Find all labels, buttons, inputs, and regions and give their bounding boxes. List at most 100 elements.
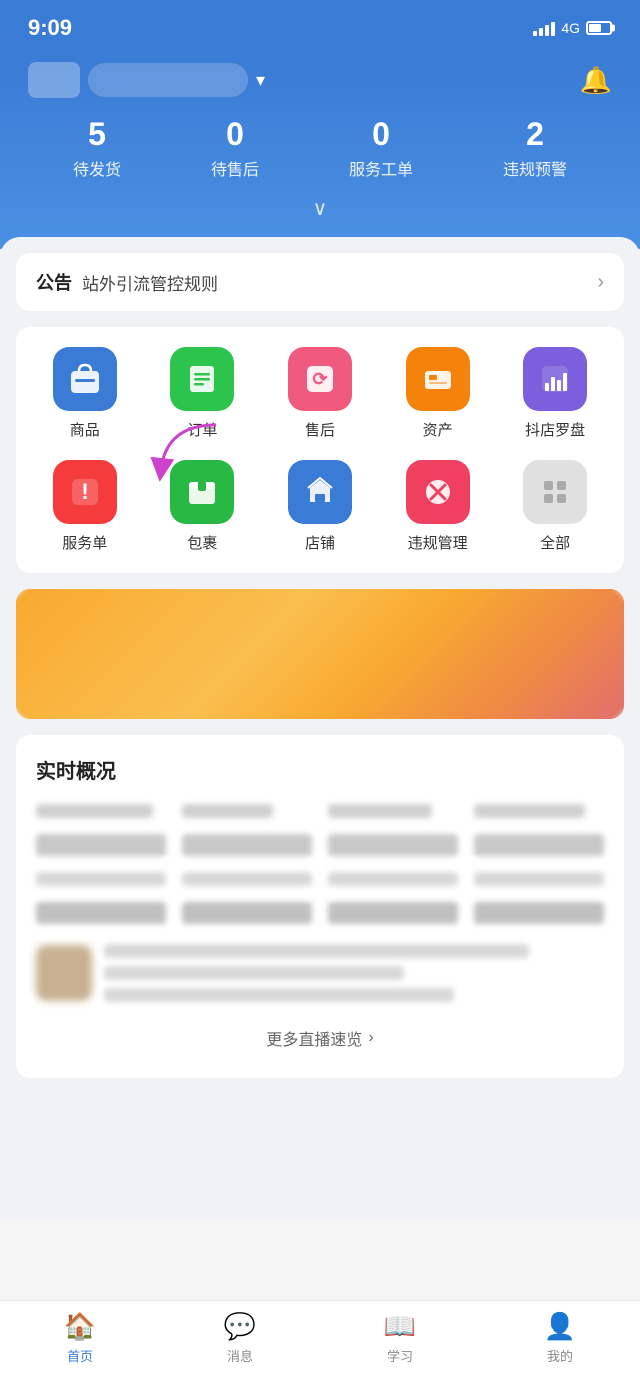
announcement-arrow[interactable]: › (597, 271, 604, 294)
menu-item-label-package: 包裹 (187, 532, 217, 553)
nav-item-message[interactable]: 💬 消息 (200, 1311, 280, 1365)
package-icon (184, 474, 220, 510)
chart-icon (537, 361, 573, 397)
menu-item-order[interactable]: 订单 (144, 347, 262, 440)
more-live-text: 更多直播速览 (266, 1026, 362, 1050)
announcement-bar[interactable]: 公告 站外引流管控规则 › (16, 253, 624, 311)
blur-num-1 (36, 834, 166, 856)
all-icon-wrapper (523, 460, 587, 524)
store-avatar (28, 62, 80, 98)
stat-item-violation-warning[interactable]: 2 违规预警 (503, 118, 567, 180)
stat-label-2: 服务工单 (349, 156, 413, 180)
blurred-image-row (36, 944, 604, 1002)
battery-icon (586, 21, 612, 35)
blur-num-6 (182, 902, 312, 924)
stat-number-3: 2 (526, 118, 544, 150)
status-time: 9:09 (28, 15, 72, 41)
header-area: ▾ 🔔 5 待发货 0 待售后 0 服务工单 2 违规预警 ∨ (0, 50, 640, 249)
stats-row: 5 待发货 0 待售后 0 服务工单 2 违规预警 (28, 118, 612, 180)
asset-icon-wrapper (406, 347, 470, 411)
nav-item-profile[interactable]: 👤 我的 (520, 1311, 600, 1365)
menu-item-label-violation: 违规管理 (408, 532, 468, 553)
blur-num-2 (182, 834, 312, 856)
blur-text-stack (104, 944, 604, 1002)
home-icon: 🏠 (64, 1311, 96, 1342)
blur-num-8 (474, 902, 604, 924)
blur-label-1 (36, 872, 166, 886)
nav-item-learn[interactable]: 📖 学习 (360, 1311, 440, 1365)
menu-item-label-shop: 店铺 (305, 532, 335, 553)
stat-item-pending-aftersale[interactable]: 0 待售后 (211, 118, 259, 180)
blur-label-4 (474, 872, 604, 886)
expand-row[interactable]: ∨ (28, 196, 612, 221)
menu-item-violation[interactable]: 违规管理 (379, 460, 497, 553)
blur-stat-2 (182, 804, 273, 818)
product-icon-wrapper (53, 347, 117, 411)
banner-area[interactable] (16, 589, 624, 719)
order-icon (184, 361, 220, 397)
service-icon: ! (67, 474, 103, 510)
aftersale-icon-wrapper: ⟳ (288, 347, 352, 411)
svg-text:⟳: ⟳ (312, 369, 328, 389)
blur-label-2 (182, 872, 312, 886)
menu-item-service[interactable]: ! 服务单 (26, 460, 144, 553)
realtime-section: 实时概况 (16, 735, 624, 1078)
menu-item-label-product: 商品 (70, 419, 100, 440)
stat-number-1: 0 (226, 118, 244, 150)
stat-item-service-order[interactable]: 0 服务工单 (349, 118, 413, 180)
blur-avatar (36, 945, 92, 1001)
more-live-link[interactable]: 更多直播速览 › (36, 1018, 604, 1058)
stat-label-1: 待售后 (211, 156, 259, 180)
learn-icon: 📖 (384, 1311, 416, 1342)
grid-icon (537, 474, 573, 510)
menu-item-package[interactable]: 包裹 (144, 460, 262, 553)
stat-number-2: 0 (372, 118, 390, 150)
stat-label-3: 违规预警 (503, 156, 567, 180)
menu-item-product[interactable]: 商品 (26, 347, 144, 440)
blur-stat-1 (36, 804, 153, 818)
menu-item-compass[interactable]: 抖店罗盘 (496, 347, 614, 440)
menu-grid: 商品 订单 ⟳ (26, 347, 614, 553)
nav-label-home: 首页 (67, 1346, 93, 1365)
more-live-arrow: › (368, 1029, 373, 1047)
realtime-title: 实时概况 (36, 755, 604, 784)
menu-item-label-aftersale: 售后 (305, 419, 335, 440)
package-icon-wrapper (170, 460, 234, 524)
stats-grid-row1 (36, 804, 604, 818)
blur-num-7 (328, 902, 458, 924)
network-label: 4G (561, 20, 580, 36)
store-name-wrapper[interactable]: ▾ (28, 62, 265, 98)
main-content: 公告 站外引流管控规则 › (0, 237, 640, 1220)
menu-item-label-asset: 资产 (423, 419, 453, 440)
announcement-content: 公告 站外引流管控规则 (36, 269, 218, 295)
nav-label-learn: 学习 (387, 1346, 413, 1365)
menu-grid-container: 商品 订单 ⟳ (16, 327, 624, 573)
menu-item-label-compass: 抖店罗盘 (525, 419, 585, 440)
svg-text:!: ! (81, 479, 88, 504)
order-icon-wrapper (170, 347, 234, 411)
stat-item-pending-ship[interactable]: 5 待发货 (73, 118, 121, 180)
expand-icon[interactable]: ∨ (313, 196, 328, 221)
menu-item-aftersale[interactable]: ⟳ 售后 (261, 347, 379, 440)
menu-item-asset[interactable]: 资产 (379, 347, 497, 440)
violation-icon (420, 474, 456, 510)
menu-item-label-order: 订单 (187, 419, 217, 440)
stat-number-0: 5 (88, 118, 106, 150)
nav-item-home[interactable]: 🏠 首页 (40, 1311, 120, 1365)
chevron-down-icon[interactable]: ▾ (256, 70, 265, 91)
blur-label-3 (328, 872, 458, 886)
blur-stat-4 (474, 804, 585, 818)
nav-label-message: 消息 (227, 1346, 253, 1365)
compass-icon-wrapper (523, 347, 587, 411)
banner-blur-overlay (16, 589, 624, 719)
bag-icon (67, 361, 103, 397)
stat-label-0: 待发货 (73, 156, 121, 180)
menu-item-all[interactable]: 全部 (496, 460, 614, 553)
blur-num-3 (328, 834, 458, 856)
bell-icon[interactable]: 🔔 (580, 65, 612, 96)
store-selector[interactable]: ▾ 🔔 (28, 62, 612, 98)
menu-item-label-service: 服务单 (62, 532, 107, 553)
menu-item-shop[interactable]: 店铺 (261, 460, 379, 553)
asset-icon (420, 361, 456, 397)
profile-icon: 👤 (544, 1311, 576, 1342)
